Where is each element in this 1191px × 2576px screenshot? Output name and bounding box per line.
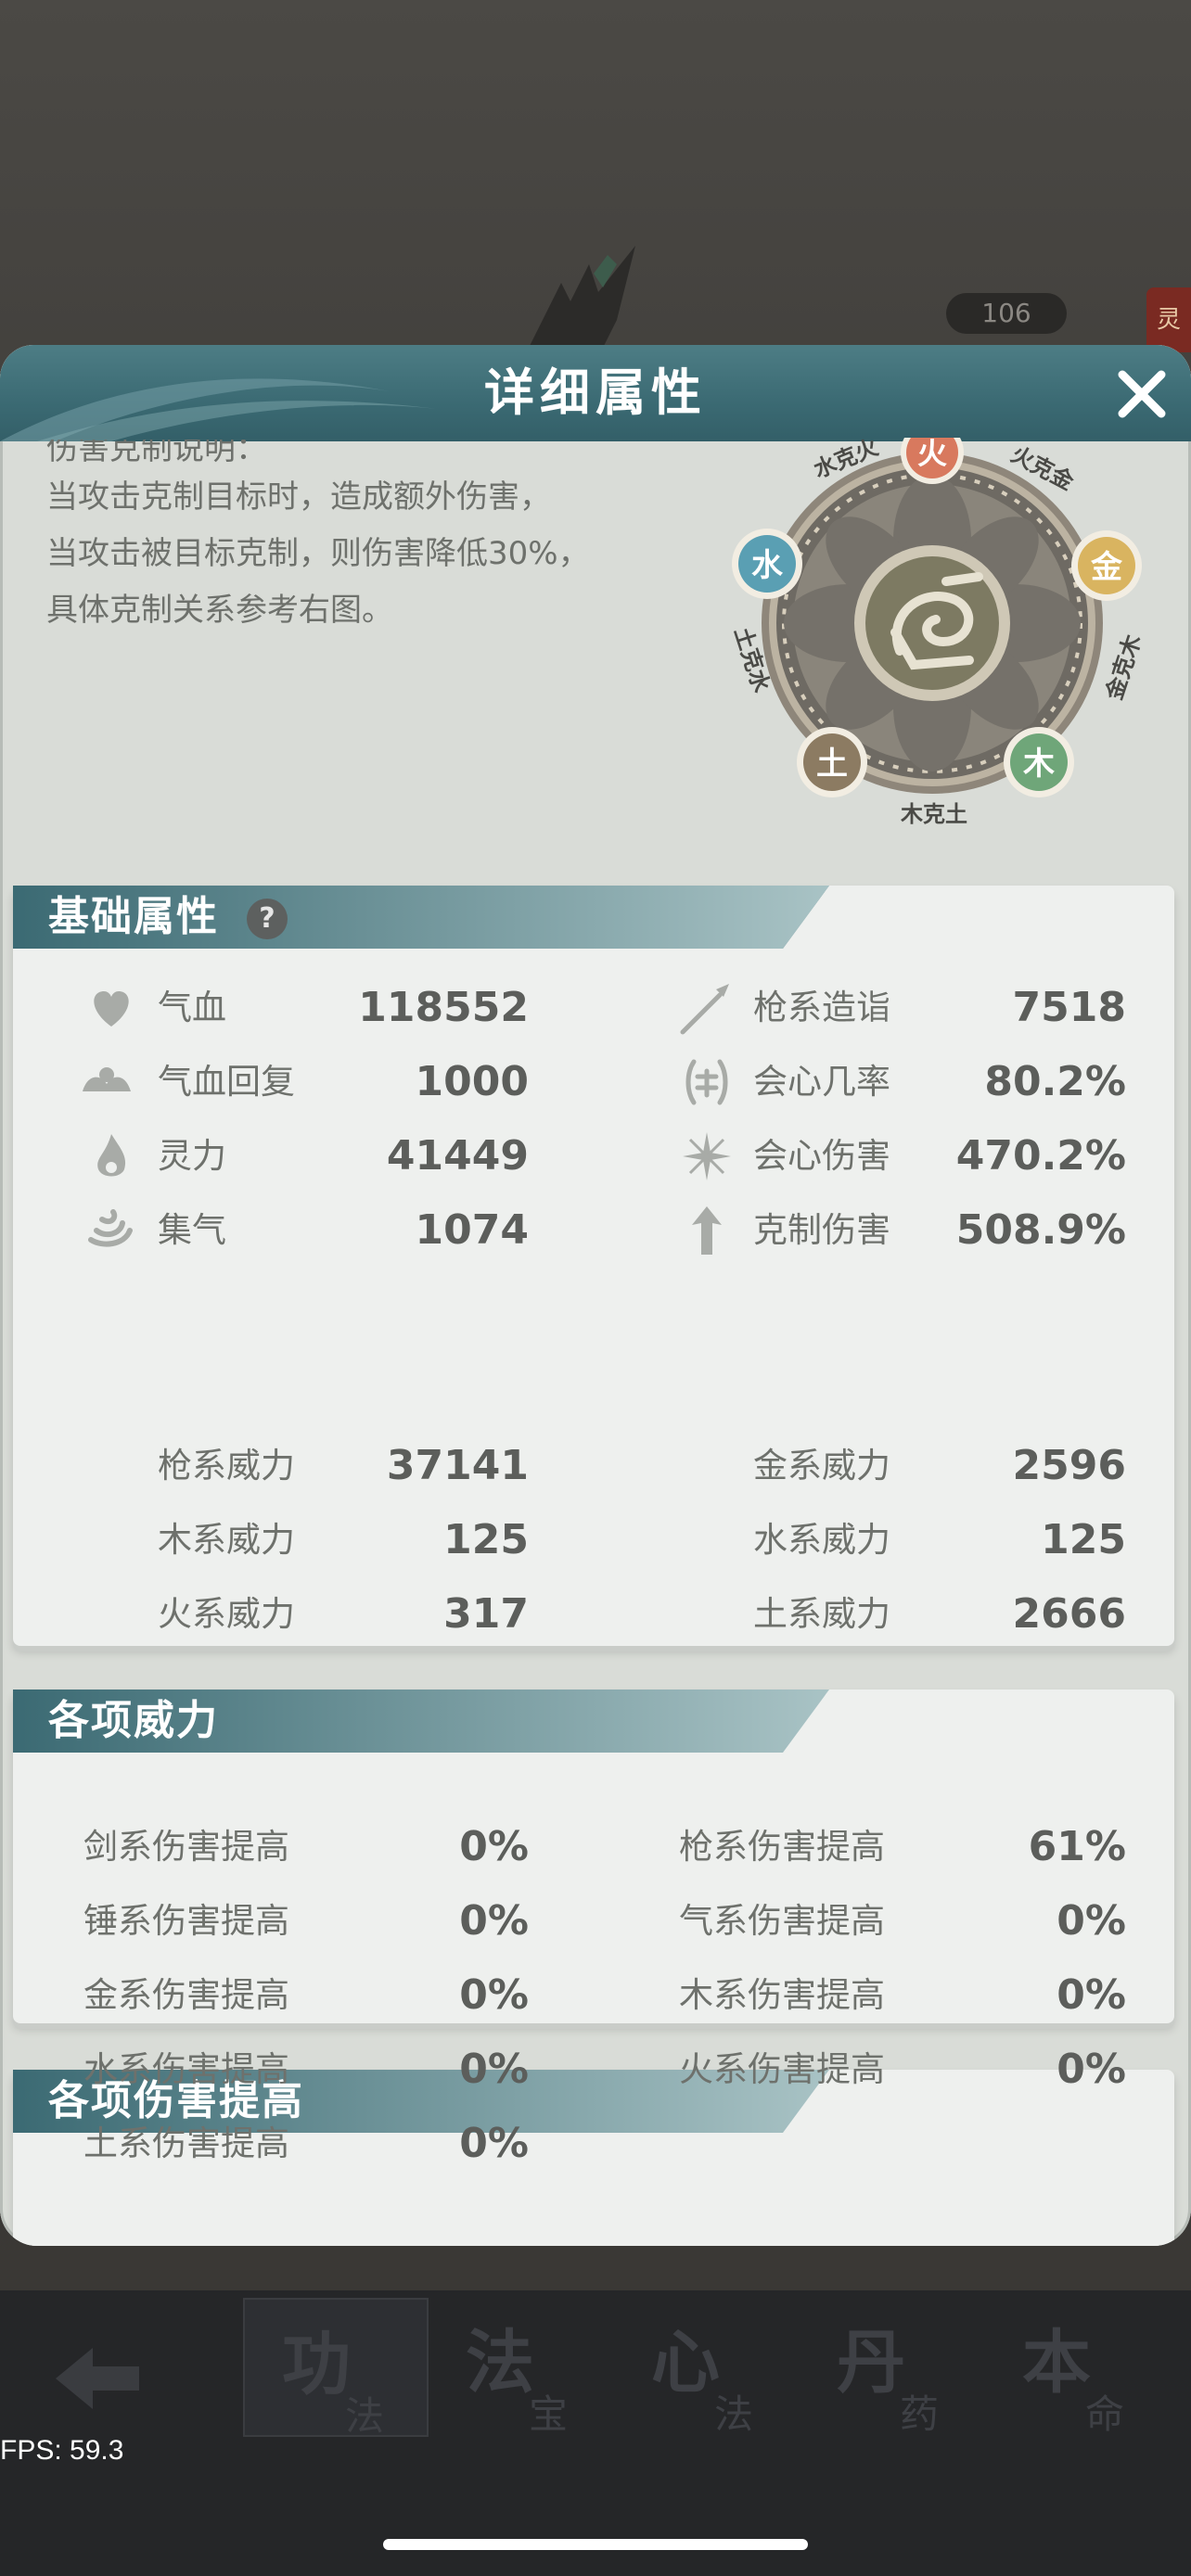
power-label: 水系威力 — [753, 1520, 890, 1560]
damage-value: 0% — [1057, 2046, 1126, 2093]
card-title: 各项威力 — [48, 1697, 219, 1744]
modal-title: 详细属性 — [484, 363, 707, 422]
tab-small-char: 法 — [714, 2391, 754, 2437]
tab-gongfa[interactable]: 功 法 — [243, 2298, 429, 2439]
explain-heading: 伤害克制说明： — [46, 440, 267, 467]
home-indicator[interactable] — [383, 2539, 808, 2550]
help-icon[interactable]: ? — [247, 899, 288, 939]
tab-big-char: 丹 — [837, 2323, 905, 2403]
damage-label: 剑系伤害提高 — [83, 1827, 289, 1867]
wood-node: 木 — [1004, 727, 1074, 797]
stat-label: 会心几率 — [753, 1062, 890, 1102]
damage-value: 0% — [1057, 1971, 1126, 2019]
damage-label: 木系伤害提高 — [679, 1975, 885, 2015]
swirl-icon — [88, 1209, 133, 1247]
power-value: 2666 — [1012, 1590, 1126, 1638]
side-tag[interactable]: 灵 — [1146, 287, 1191, 352]
modal-header: 详细属性 — [0, 345, 1191, 441]
gold-node: 金 — [1071, 530, 1142, 601]
damage-value: 61% — [1028, 1823, 1126, 1870]
level-badge: 106 — [946, 293, 1067, 334]
stat-label: 气血 — [158, 988, 226, 1027]
power-value: 37141 — [386, 1442, 529, 1489]
tab-fabao[interactable]: 法 宝 — [429, 2298, 614, 2437]
water-label: 水 — [751, 547, 784, 584]
earth-node: 土 — [797, 727, 867, 797]
stat-label: 克制伤害 — [753, 1210, 890, 1250]
crit-damage-icon — [683, 1132, 731, 1180]
damage-value: 0% — [1057, 1897, 1126, 1945]
tab-big-char: 法 — [466, 2323, 534, 2403]
tab-small-char: 法 — [345, 2393, 385, 2439]
damage-label: 金系伤害提高 — [83, 1975, 289, 2015]
stat-label: 灵力 — [158, 1136, 226, 1176]
power-label: 土系威力 — [753, 1594, 890, 1634]
power-label: 火系威力 — [158, 1594, 295, 1634]
damage-label: 火系伤害提高 — [679, 2049, 885, 2089]
tab-xinfa[interactable]: 心 法 — [614, 2298, 800, 2437]
damage-label: 枪系伤害提高 — [679, 1827, 885, 1867]
tab-big-char: 功 — [282, 2325, 351, 2404]
fire-label: 火 — [917, 438, 947, 471]
power-value: 125 — [1041, 1516, 1126, 1563]
character-silhouette — [524, 246, 635, 357]
damage-value: 0% — [459, 1897, 529, 1945]
heal-icon — [83, 1067, 131, 1091]
back-arrow-icon[interactable] — [46, 2337, 148, 2420]
power-value: 317 — [443, 1590, 529, 1638]
flame-icon — [97, 1134, 126, 1177]
power-label: 枪系威力 — [158, 1446, 295, 1486]
relation-wood-earth: 木克土 — [900, 801, 967, 827]
crit-rate-icon — [685, 1059, 728, 1105]
stat-label: 会心伤害 — [753, 1136, 890, 1176]
stat-label: 气血回复 — [158, 1062, 295, 1102]
wood-label: 木 — [1022, 746, 1055, 783]
stat-label: 集气 — [158, 1210, 226, 1250]
tab-small-char: 命 — [1085, 2391, 1125, 2437]
tab-benming[interactable]: 本 命 — [985, 2298, 1171, 2437]
damage-value: 0% — [459, 2120, 529, 2167]
stat-value: 80.2% — [984, 1058, 1126, 1105]
tab-small-char: 药 — [900, 2391, 940, 2437]
damage-label: 水系伤害提高 — [83, 2049, 289, 2089]
stat-value: 1000 — [415, 1058, 529, 1105]
damage-value: 0% — [459, 1971, 529, 2019]
explain-line: 具体克制关系参考右图。 — [46, 592, 393, 629]
stat-value: 1074 — [415, 1206, 529, 1254]
counter-icon — [692, 1206, 722, 1255]
close-icon[interactable] — [1113, 365, 1171, 423]
stat-value: 508.9% — [955, 1206, 1126, 1254]
relation-gold-wood: 金克木 — [1101, 631, 1146, 704]
power-label: 金系威力 — [753, 1446, 890, 1486]
detail-attributes-modal: 详细属性 伤害克制说明： 当攻击克制目标时，造成额外伤害， 当攻击被目标克制，则… — [0, 345, 1191, 2246]
damage-label: 土系伤害提高 — [83, 2123, 289, 2163]
tab-danyao[interactable]: 丹 药 — [800, 2298, 985, 2437]
damage-label: 锤系伤害提高 — [83, 1901, 289, 1941]
water-node: 水 — [732, 529, 802, 599]
tab-big-char: 心 — [651, 2323, 720, 2403]
damage-value: 0% — [459, 1823, 529, 1870]
heart-icon — [94, 991, 129, 1027]
damage-label: 气系伤害提高 — [679, 1901, 885, 1941]
stat-label: 枪系造诣 — [753, 988, 890, 1027]
power-label: 木系威力 — [158, 1520, 295, 1560]
explain-line: 当攻击克制目标时，造成额外伤害， — [46, 478, 551, 516]
stat-value: 41449 — [386, 1132, 529, 1180]
power-value: 2596 — [1012, 1442, 1126, 1489]
spear-icon — [680, 984, 729, 1035]
element-counter-wheel: 火 金 木 土 水 水克火 火克金 金克木 木克土 土克水 — [729, 438, 1146, 827]
tab-big-char: 本 — [1022, 2323, 1091, 2403]
earth-label: 土 — [816, 746, 848, 783]
tab-small-char: 宝 — [529, 2391, 569, 2437]
fps-counter: FPS: 59.3 — [0, 2435, 124, 2466]
stat-value: 7518 — [1012, 984, 1126, 1031]
gold-label: 金 — [1090, 549, 1123, 586]
counter-explanation: 伤害克制说明： 当攻击克制目标时，造成额外伤害， 当攻击被目标克制，则伤害降低3… — [46, 440, 714, 639]
power-value: 125 — [443, 1516, 529, 1563]
stat-value: 470.2% — [955, 1132, 1126, 1180]
explain-line: 当攻击被目标克制，则伤害降低30%， — [46, 535, 590, 572]
damage-value: 0% — [459, 2046, 529, 2093]
card-title: 基础属性 — [48, 893, 219, 940]
stat-value: 118552 — [358, 984, 529, 1031]
